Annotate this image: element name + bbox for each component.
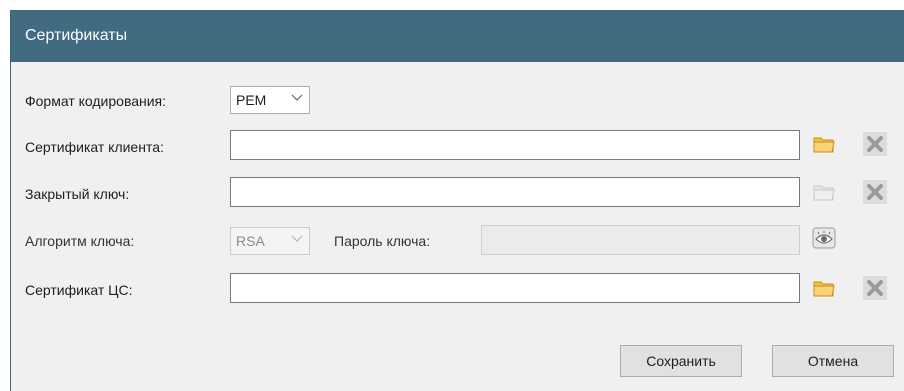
ca-cert-field[interactable] <box>230 273 800 303</box>
client-cert-field[interactable] <box>230 130 800 160</box>
key-algorithm-select[interactable]: RSA <box>230 227 310 255</box>
eye-icon[interactable] <box>812 226 836 250</box>
encoding-label: Формат кодирования: <box>25 93 167 109</box>
key-algorithm-select-value: RSA <box>236 233 265 249</box>
private-key-label: Закрытый ключ: <box>25 186 130 202</box>
clear-x-icon[interactable] <box>863 276 887 300</box>
key-algorithm-label: Алгоритм ключа: <box>25 233 135 249</box>
encoding-select[interactable]: PEM <box>230 86 310 114</box>
save-button[interactable]: Сохранить <box>620 345 742 377</box>
private-key-field[interactable] <box>230 177 800 207</box>
client-cert-label: Сертификат клиента: <box>25 139 164 155</box>
folder-icon[interactable] <box>812 276 836 300</box>
chevron-down-icon <box>291 235 303 242</box>
chevron-down-icon <box>291 94 303 101</box>
ca-cert-label: Сертификат ЦС: <box>25 282 133 298</box>
folder-icon[interactable] <box>812 132 836 156</box>
cancel-button[interactable]: Отмена <box>772 345 894 377</box>
key-password-label: Пароль ключа: <box>334 233 431 249</box>
clear-x-icon[interactable] <box>863 180 887 204</box>
key-password-field[interactable] <box>481 225 800 255</box>
dialog-title: Сертификаты <box>11 10 904 62</box>
encoding-select-value: PEM <box>236 92 267 108</box>
clear-x-icon[interactable] <box>863 132 887 156</box>
certificates-dialog: Сертификаты Формат кодирования: PEM Серт… <box>10 10 904 391</box>
folder-icon[interactable] <box>812 180 836 204</box>
